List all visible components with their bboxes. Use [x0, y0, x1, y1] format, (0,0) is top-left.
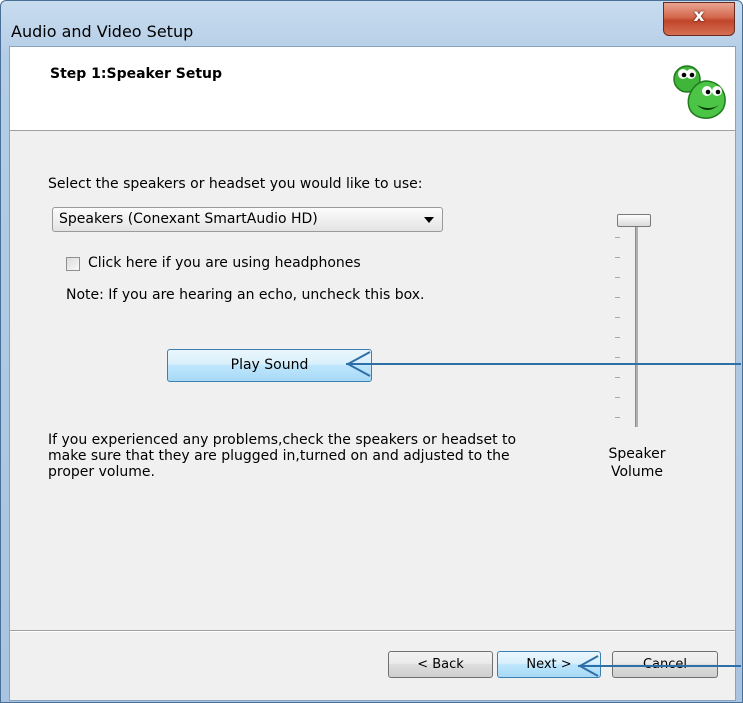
step-title: Step 1:Speaker Setup [50, 66, 223, 82]
volume-tick [615, 297, 620, 298]
volume-tick [615, 237, 620, 238]
volume-tick [615, 357, 620, 358]
cancel-button[interactable]: Cancel [612, 651, 718, 678]
headphones-checkbox[interactable] [66, 257, 80, 271]
wizard-header: Step 1:Speaker Setup [10, 47, 735, 131]
select-speakers-label: Select the speakers or headset you would… [48, 176, 423, 192]
next-button[interactable]: Next > [497, 651, 601, 678]
title-bar[interactable]: Audio and Video Setup x [1, 1, 742, 45]
volume-slider-track[interactable] [635, 217, 638, 427]
troubleshooting-help-text: If you experienced any problems,check th… [48, 432, 517, 480]
cancel-button-label: Cancel [642, 657, 688, 672]
volume-tick [615, 257, 620, 258]
next-button-label: Next > [526, 657, 572, 672]
close-button[interactable]: x [663, 2, 735, 36]
selected-device-value: Speakers (Conexant SmartAudio HD) [59, 211, 318, 227]
green-mascot-icon [673, 65, 726, 119]
back-button[interactable]: < Back [388, 651, 493, 678]
chevron-down-icon[interactable] [424, 217, 434, 223]
volume-tick [615, 377, 620, 378]
back-button-label: < Back [417, 657, 464, 672]
volume-slider-thumb[interactable] [617, 214, 651, 227]
speaker-volume-label: Speaker Volume [608, 446, 666, 480]
close-icon: x [693, 6, 705, 26]
volume-tick [615, 397, 620, 398]
headphones-checkbox-label[interactable]: Click here if you are using headphones [88, 255, 361, 271]
play-sound-button[interactable]: Play Sound [167, 349, 372, 382]
volume-tick [615, 277, 620, 278]
footer-divider [10, 630, 735, 632]
window-title: Audio and Video Setup [11, 22, 194, 41]
volume-tick [615, 317, 620, 318]
echo-note: Note: If you are hearing an echo, unchec… [66, 287, 425, 303]
play-sound-label: Play Sound [230, 357, 309, 373]
dialog-client-area: Step 1:Speaker Setup Select the speakers… [9, 46, 736, 701]
speaker-device-dropdown[interactable]: Speakers (Conexant SmartAudio HD) [52, 207, 443, 232]
volume-tick [615, 337, 620, 338]
volume-tick [615, 417, 620, 418]
audio-video-setup-window: Audio and Video Setup x Step 1:Speaker S… [0, 0, 743, 703]
